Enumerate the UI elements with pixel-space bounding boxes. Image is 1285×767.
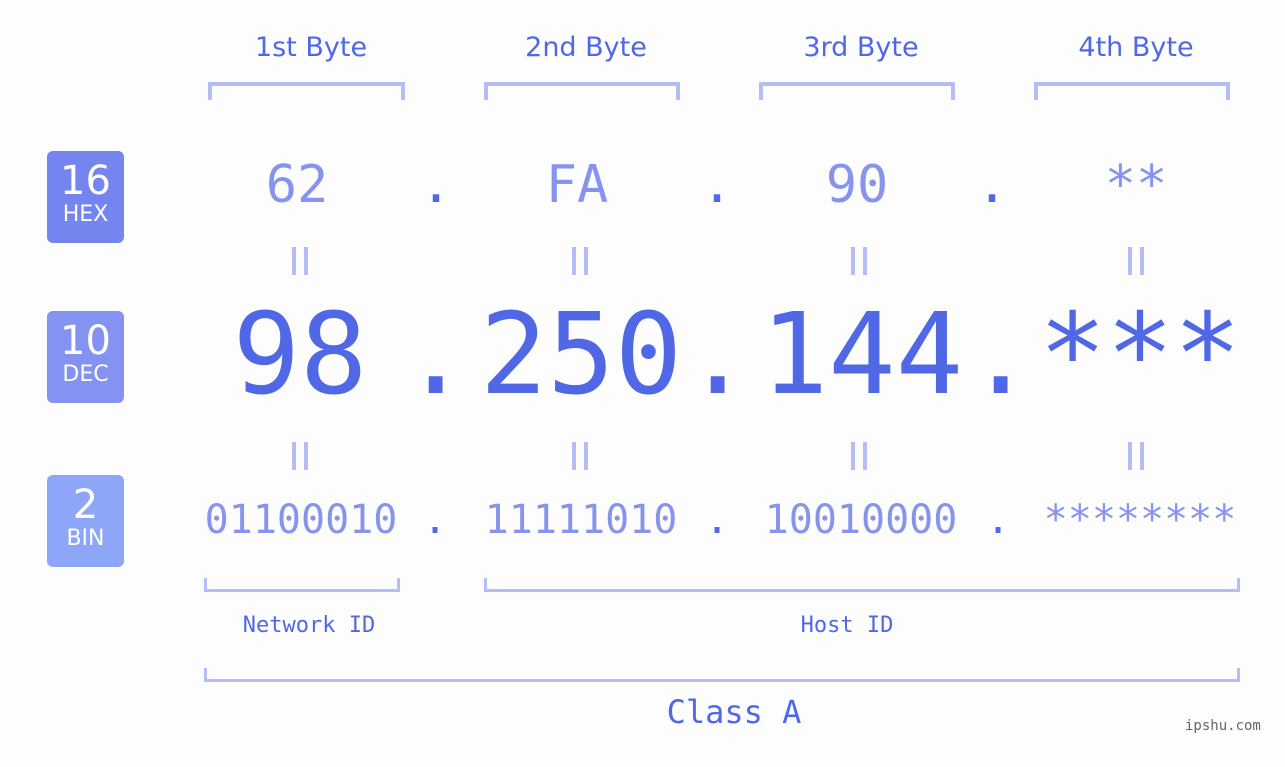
byte-bracket-1	[208, 82, 405, 100]
hex-byte-3: 90	[825, 155, 889, 215]
byte-bracket-2	[484, 82, 680, 100]
dec-byte-3: 144	[760, 290, 964, 420]
hex-badge: 16 HEX	[47, 151, 124, 243]
hex-byte-4: **	[1104, 155, 1168, 215]
hex-dot-3: .	[976, 155, 1008, 215]
equals-icon	[560, 247, 600, 275]
bin-byte-4: ********	[1043, 497, 1237, 543]
class-bracket	[204, 668, 1240, 682]
host-id-bracket	[484, 578, 1240, 592]
host-id-label: Host ID	[800, 613, 894, 638]
byte-header-4: 4th Byte	[1078, 32, 1194, 63]
dec-label: DEC	[62, 362, 109, 387]
byte-header-2: 2nd Byte	[525, 32, 647, 63]
bin-byte-3: 10010000	[764, 497, 958, 543]
hex-dot-2: .	[701, 155, 733, 215]
bin-byte-1: 01100010	[204, 497, 398, 543]
equals-icon	[280, 247, 320, 275]
byte-bracket-3	[759, 82, 955, 100]
equals-icon	[1116, 247, 1156, 275]
hex-byte-1: 62	[265, 155, 329, 215]
dec-byte-4: ***	[1038, 290, 1242, 420]
byte-header-1: 1st Byte	[254, 32, 368, 63]
bin-label: BIN	[66, 526, 105, 551]
network-id-label: Network ID	[242, 613, 376, 638]
watermark: ipshu.com	[1185, 718, 1261, 734]
bin-base: 2	[72, 482, 99, 528]
dec-byte-2: 250	[479, 290, 683, 420]
dec-base: 10	[60, 318, 111, 364]
hex-dot-1: .	[420, 155, 452, 215]
dec-badge: 10 DEC	[47, 311, 124, 403]
dec-byte-1: 98	[232, 290, 368, 420]
equals-icon	[280, 442, 320, 470]
equals-icon	[839, 442, 879, 470]
bin-byte-2: 11111010	[484, 497, 678, 543]
equals-icon	[839, 247, 879, 275]
equals-icon	[560, 442, 600, 470]
equals-icon	[1116, 442, 1156, 470]
bin-badge: 2 BIN	[47, 475, 124, 567]
byte-bracket-4	[1034, 82, 1230, 100]
hex-label: HEX	[62, 202, 109, 227]
class-label: Class A	[666, 693, 802, 731]
hex-base: 16	[60, 158, 111, 204]
hex-byte-2: FA	[545, 155, 609, 215]
network-id-bracket	[204, 578, 400, 592]
byte-header-3: 3rd Byte	[803, 32, 919, 63]
bin-dot-1: .	[422, 497, 448, 543]
